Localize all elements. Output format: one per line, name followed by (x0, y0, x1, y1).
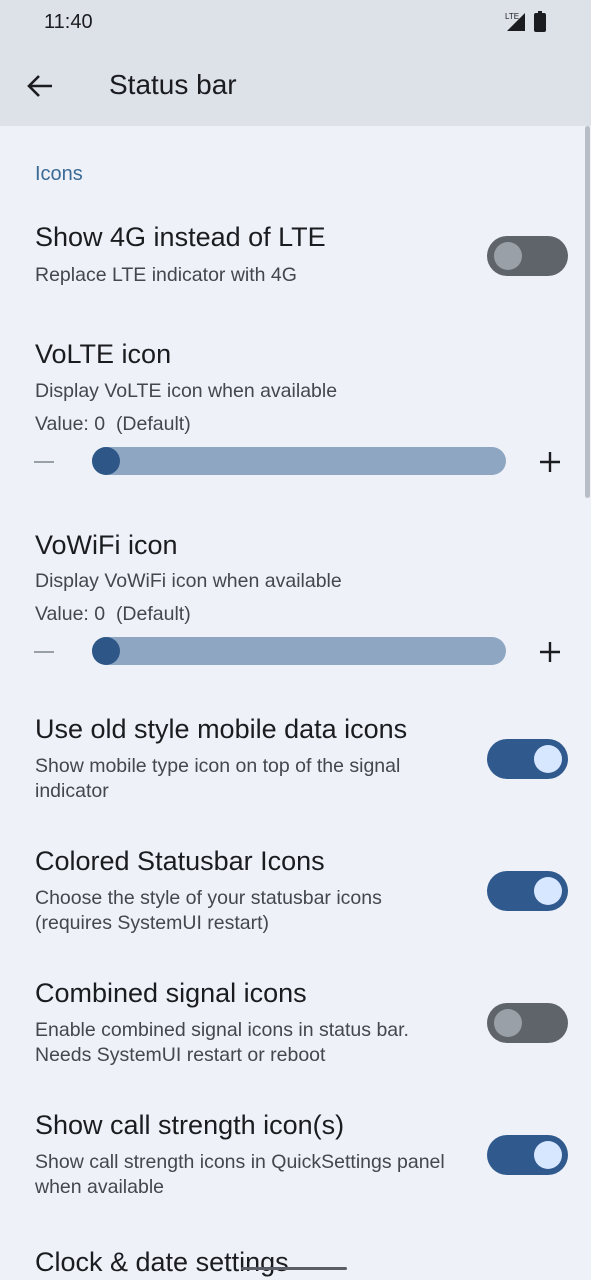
pref-value: Value: 0 (Default) (35, 603, 191, 625)
pref-summary: Display VoWiFi icon when available (35, 570, 342, 592)
toggle-knob (494, 1009, 522, 1037)
pref-title: Colored Statusbar Icons (35, 846, 325, 876)
combined-signal-toggle[interactable] (487, 1003, 568, 1043)
category-header-icons: Icons (35, 163, 83, 185)
pref-title: Combined signal icons (35, 978, 307, 1008)
minus-icon[interactable] (34, 461, 54, 463)
minus-icon[interactable] (34, 651, 54, 653)
pref-title: VoWiFi icon (35, 530, 178, 560)
preferences-list[interactable]: Icons Show 4G instead of LTE Replace LTE… (0, 126, 591, 1280)
toggle-knob (534, 745, 562, 773)
slider-thumb[interactable] (92, 637, 120, 665)
pref-title: Clock & date settings (35, 1247, 289, 1277)
pref-title: Show call strength icon(s) (35, 1110, 345, 1140)
pref-summary: Choose the style of your statusbar icons… (35, 887, 382, 934)
battery-icon (534, 11, 546, 32)
signal-lte-icon: LTE (505, 12, 525, 31)
pref-summary: Display VoLTE icon when available (35, 380, 338, 402)
toggle-knob (534, 877, 562, 905)
pref-title: Use old style mobile data icons (35, 714, 408, 744)
colored-icons-toggle[interactable] (487, 871, 568, 911)
app-bar: Status bar (0, 46, 591, 126)
system-status-bar: 11:40 LTE (0, 0, 591, 46)
pref-value: Value: 0 (Default) (35, 413, 191, 435)
toggle-knob (494, 242, 522, 270)
pref-title: VoLTE icon (35, 339, 172, 369)
pref-title: Show 4G instead of LTE (35, 222, 326, 252)
arrow-back-icon[interactable] (24, 70, 56, 102)
pref-summary: Show mobile type icon on top of the sign… (35, 755, 401, 802)
page-title: Status bar (109, 69, 237, 100)
scrollbar[interactable] (585, 126, 590, 498)
plus-icon[interactable] (537, 449, 563, 475)
slider-thumb[interactable] (92, 447, 120, 475)
clock-time: 11:40 (44, 11, 93, 33)
plus-icon[interactable] (537, 639, 563, 665)
vowifi-slider[interactable] (92, 637, 506, 665)
toggle-knob (534, 1141, 562, 1169)
volte-slider[interactable] (92, 447, 506, 475)
network-type-label: LTE (505, 12, 519, 21)
pref-summary: Show call strength icons in QuickSetting… (35, 1151, 445, 1198)
old-style-icons-toggle[interactable] (487, 739, 568, 779)
pref-summary: Enable combined signal icons in status b… (35, 1019, 409, 1066)
pref-summary: Replace LTE indicator with 4G (35, 264, 297, 286)
gesture-handle (241, 1267, 347, 1270)
show-4g-toggle[interactable] (487, 236, 568, 276)
call-strength-toggle[interactable] (487, 1135, 568, 1175)
